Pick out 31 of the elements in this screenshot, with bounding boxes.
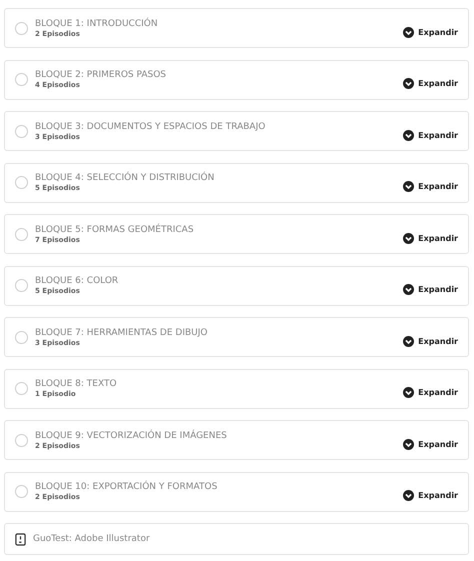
expand-button[interactable]: Expandir: [403, 130, 458, 140]
chevron-down-icon: [403, 232, 414, 244]
block-title: BLOQUE 7: HERRAMIENTAS DE DIBUJO: [35, 328, 208, 338]
expand-button[interactable]: Expandir: [403, 78, 458, 89]
chevron-down-icon: [403, 78, 414, 89]
chevron-down-icon: [403, 387, 414, 398]
chevron-down-icon: [403, 284, 414, 295]
expand-button[interactable]: Expandir: [403, 490, 458, 501]
chevron-down-icon: [403, 336, 414, 346]
block-title: BLOQUE 5: FORMAS GEOMÉTRICAS: [35, 224, 195, 234]
chevron-down-icon: [403, 130, 414, 140]
chevron-down-icon: [403, 181, 414, 192]
chevron-down-icon: [403, 26, 414, 38]
expand-button[interactable]: Expandir: [403, 336, 458, 346]
block-title: BLOQUE 9: VECTORIZACIÓN DE IMÁGENES: [35, 430, 228, 440]
expand-button[interactable]: Expandir: [403, 284, 458, 295]
block-title: BLOQUE 2: PRIMEROS PASOS: [35, 70, 168, 80]
expand-button[interactable]: Expandir: [403, 232, 458, 244]
block-title: BLOQUE 4: SELECCIÓN Y DISTRIBUCIÓN: [35, 173, 216, 183]
block-title: BLOQUE 3: DOCUMENTOS Y ESPACIOS DE TRABAJO: [35, 122, 266, 132]
chevron-down-icon: [403, 490, 414, 501]
chevron-down-icon: [403, 438, 414, 450]
expand-button[interactable]: Expandir: [403, 438, 458, 450]
block-title: BLOQUE 6: COLOR: [35, 276, 120, 286]
block-title: BLOQUE 10: EXPORTACIÓN Y FORMATOS: [35, 482, 218, 492]
expand-button[interactable]: Expandir: [403, 181, 458, 192]
expand-button[interactable]: Expandir: [403, 26, 458, 38]
expand-button[interactable]: Expandir: [403, 387, 458, 398]
block-title: BLOQUE 1: INTRODUCCIÓN: [35, 18, 159, 28]
block-title: BLOQUE 8: TEXTO: [35, 379, 118, 389]
test-title: GuoTest: Adobe Illustrator: [33, 534, 150, 544]
